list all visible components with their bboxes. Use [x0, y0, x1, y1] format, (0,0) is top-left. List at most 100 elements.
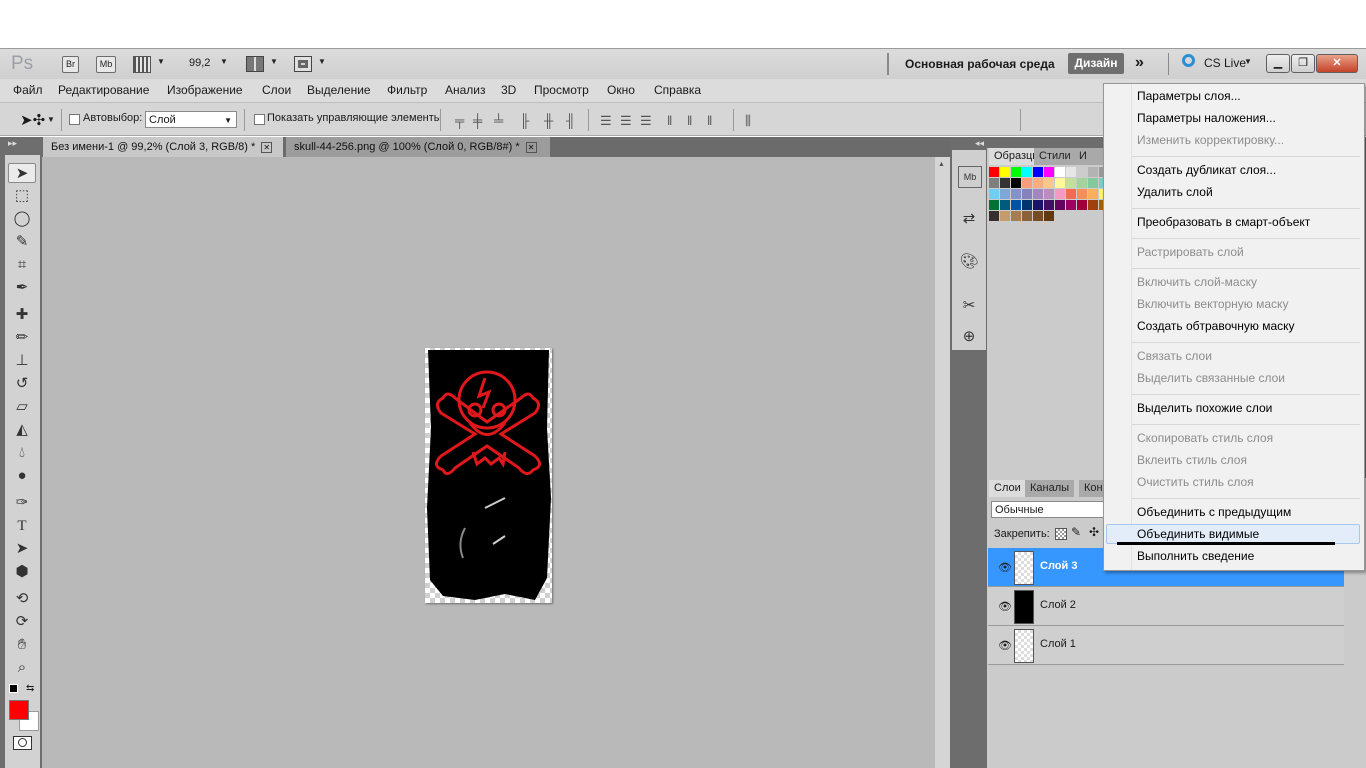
color-swatch[interactable] — [1044, 189, 1054, 199]
color-swatch[interactable] — [989, 178, 999, 188]
pen-tool-icon[interactable]: ✑ — [8, 493, 36, 513]
color-swatch[interactable] — [1022, 178, 1032, 188]
menu-3d[interactable]: 3D — [501, 83, 516, 97]
menu-item-duplicate-layer[interactable]: Создать дубликат слоя... — [1137, 163, 1276, 177]
show-controls-checkbox[interactable] — [254, 114, 265, 125]
distribute-vcenter-icon[interactable]: ☰ — [620, 113, 632, 129]
cslive-label[interactable]: CS Live — [1204, 56, 1246, 70]
history-brush-tool-icon[interactable]: ↺ — [8, 374, 36, 394]
color-swatch[interactable] — [1011, 167, 1021, 177]
color-swatch[interactable] — [1055, 167, 1065, 177]
color-swatch[interactable] — [1066, 189, 1076, 199]
eye-icon[interactable]: 👁︎ — [998, 561, 1012, 574]
chevron-down-icon[interactable]: ▼ — [47, 115, 55, 124]
tab-channels[interactable]: Каналы — [1025, 480, 1075, 497]
move-tool-preset-icon[interactable]: ➤✣ — [20, 111, 45, 129]
color-swatch[interactable] — [1044, 167, 1054, 177]
healing-brush-tool-icon[interactable]: ✚ — [8, 305, 36, 325]
close-icon[interactable]: ✕ — [261, 141, 273, 153]
workspace-design-button[interactable]: Дизайн — [1068, 53, 1124, 74]
chevron-down-icon[interactable]: ▼ — [220, 57, 228, 66]
menu-layers[interactable]: Слои — [262, 83, 291, 97]
history-panel-icon[interactable]: ⇄ — [958, 209, 980, 229]
color-swatch[interactable] — [1000, 167, 1010, 177]
color-swatch[interactable] — [1077, 167, 1087, 177]
dodge-tool-icon[interactable]: ● — [8, 466, 36, 486]
menu-item-merge-visible[interactable]: Объединить видимые — [1137, 527, 1259, 541]
menu-image[interactable]: Изображение — [167, 83, 243, 97]
zoom-tool-icon[interactable]: ⌕ — [8, 658, 36, 678]
vertical-scrollbar[interactable]: ▲ — [935, 157, 950, 768]
color-swatch[interactable] — [1011, 200, 1021, 210]
close-icon[interactable]: ✕ — [525, 141, 537, 153]
eye-icon[interactable]: 👁︎ — [998, 639, 1012, 652]
chevron-down-icon[interactable]: ▼ — [270, 57, 278, 66]
quick-mask-icon[interactable] — [13, 736, 32, 750]
3d-orbit-tool-icon[interactable]: ⟳ — [8, 612, 36, 632]
color-swatch[interactable] — [1000, 211, 1010, 221]
color-swatch[interactable] — [1022, 189, 1032, 199]
marquee-tool-icon[interactable]: ⬚ — [8, 186, 36, 206]
color-swatch[interactable] — [1088, 178, 1098, 188]
color-swatch[interactable] — [1011, 211, 1021, 221]
scroll-up-icon[interactable]: ▲ — [938, 161, 945, 168]
color-swatch[interactable] — [1033, 178, 1043, 188]
color-swatch[interactable] — [989, 189, 999, 199]
distribute-hcenter-icon[interactable]: ‖ — [687, 113, 692, 128]
menu-filter[interactable]: Фильтр — [387, 83, 427, 97]
more-workspaces-icon[interactable]: » — [1135, 54, 1144, 72]
color-swatch[interactable] — [1055, 189, 1065, 199]
document-canvas[interactable] — [425, 348, 552, 603]
menu-file[interactable]: Файл — [13, 83, 43, 97]
color-swatch[interactable] — [989, 200, 999, 210]
tab-styles[interactable]: Стили — [1034, 148, 1076, 165]
color-swatch[interactable] — [1022, 211, 1032, 221]
distribute-top-icon[interactable]: ☰ — [600, 113, 612, 129]
align-left-icon[interactable]: ╟ — [520, 113, 529, 128]
color-swatch[interactable] — [1000, 189, 1010, 199]
chevron-down-icon[interactable]: ▼ — [157, 57, 165, 66]
bridge-button[interactable]: Br — [62, 56, 79, 73]
autoselect-checkbox[interactable] — [69, 114, 80, 125]
lock-position-icon[interactable]: ✣ — [1089, 525, 1099, 539]
menu-window[interactable]: Окно — [607, 83, 635, 97]
color-swatch[interactable] — [1011, 178, 1021, 188]
color-swatch[interactable] — [1000, 178, 1010, 188]
collapse-panel-icon[interactable]: ▸▸ — [8, 138, 17, 149]
chevron-down-icon[interactable]: ▼ — [318, 57, 326, 66]
align-bottom-icon[interactable]: ╧ — [494, 113, 503, 128]
color-swatch[interactable] — [1055, 178, 1065, 188]
menu-item-create-clipping-mask[interactable]: Создать обтравочную маску — [1137, 319, 1295, 333]
lasso-tool-icon[interactable]: ◯ — [8, 209, 36, 229]
shape-tool-icon[interactable]: ⬢ — [8, 562, 36, 582]
swap-colors-icon[interactable]: ⇆ — [26, 683, 34, 694]
color-panel-icon[interactable]: 🎨︎ — [958, 252, 980, 272]
tool-presets-icon[interactable]: ✂ — [958, 296, 980, 316]
color-swatch[interactable] — [1066, 200, 1076, 210]
close-icon[interactable]: ✕ — [1316, 54, 1358, 73]
brush-tool-icon[interactable]: ✏ — [8, 328, 36, 348]
menu-item-blending-options[interactable]: Параметры наложения... — [1137, 111, 1276, 125]
distribute-left-icon[interactable]: ‖ — [667, 113, 672, 128]
eraser-tool-icon[interactable]: ▱ — [8, 397, 36, 417]
color-swatch[interactable] — [1066, 167, 1076, 177]
menu-item-select-similar-layers[interactable]: Выделить похожие слои — [1137, 401, 1272, 415]
crop-tool-icon[interactable]: ⌗ — [8, 255, 36, 275]
distribute-right-icon[interactable]: ‖ — [707, 113, 712, 128]
color-swatch[interactable] — [1066, 178, 1076, 188]
eye-icon[interactable]: 👁︎ — [998, 600, 1012, 613]
cslive-icon[interactable] — [1182, 54, 1195, 67]
minimize-icon[interactable]: ▁ — [1266, 54, 1290, 73]
color-swatch[interactable] — [1033, 189, 1043, 199]
align-top-icon[interactable]: ╤ — [455, 113, 464, 128]
mini-bridge-button[interactable]: Mb — [96, 56, 116, 73]
color-swatch[interactable] — [1044, 211, 1054, 221]
menu-item-convert-smart-object[interactable]: Преобразовать в смарт-объект — [1137, 215, 1310, 229]
foreground-color-swatch[interactable] — [9, 700, 29, 720]
color-swatch[interactable] — [1077, 200, 1087, 210]
restore-icon[interactable]: ❐ — [1291, 54, 1315, 73]
clone-source-icon[interactable]: ⊕ — [958, 327, 980, 347]
color-swatch[interactable] — [1088, 167, 1098, 177]
align-vcenter-icon[interactable]: ╪ — [473, 113, 482, 128]
eyedropper-tool-icon[interactable]: ✒ — [8, 278, 36, 298]
